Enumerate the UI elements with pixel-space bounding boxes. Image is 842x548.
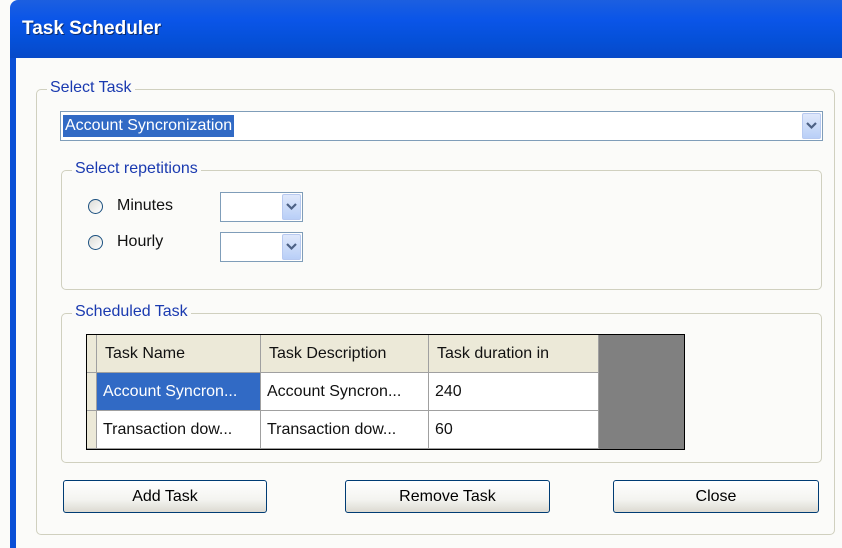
task-select-arrow[interactable] (802, 113, 821, 139)
title-bar[interactable]: Task Scheduler (10, 0, 842, 58)
table-row-cell-description[interactable]: Account Syncron... (261, 373, 429, 411)
table-row-cell-description[interactable]: Transaction dow... (261, 411, 429, 449)
grid-corner (87, 335, 97, 373)
table-row-cell-name[interactable]: Transaction dow... (97, 411, 261, 449)
hourly-dropdown[interactable] (220, 232, 303, 262)
row-header[interactable] (87, 373, 97, 411)
chevron-down-icon (806, 122, 817, 130)
task-scheduler-window: Task Scheduler Select Task Account Syncr… (0, 0, 842, 548)
select-task-legend: Select Task (47, 79, 135, 97)
minutes-dropdown-arrow[interactable] (282, 194, 301, 220)
column-header-task-description[interactable]: Task Description (261, 335, 429, 373)
table-row-cell-name[interactable]: Account Syncron... (97, 373, 261, 411)
scheduled-task-grid[interactable]: Task Name Task Description Task duration… (86, 334, 685, 450)
minutes-radio[interactable] (88, 199, 103, 214)
table-row-cell-duration[interactable]: 240 (429, 373, 599, 411)
repetitions-group: Select repetitions (61, 160, 822, 290)
chevron-down-icon (286, 203, 297, 211)
row-header[interactable] (87, 411, 97, 449)
hourly-radio[interactable] (88, 235, 103, 250)
chevron-down-icon (286, 243, 297, 251)
minutes-dropdown[interactable] (220, 192, 303, 222)
minutes-label: Minutes (117, 197, 174, 214)
add-task-button[interactable]: Add Task (63, 480, 267, 513)
window-title: Task Scheduler (22, 18, 162, 39)
column-header-task-duration[interactable]: Task duration in (429, 335, 599, 373)
hourly-dropdown-arrow[interactable] (282, 234, 301, 260)
column-header-task-name[interactable]: Task Name (97, 335, 261, 373)
close-button[interactable]: Close (613, 480, 819, 513)
window-frame-left (10, 58, 16, 548)
scheduled-task-legend: Scheduled Task (72, 303, 191, 321)
task-select-value: Account Syncronization (63, 115, 235, 137)
task-select-dropdown[interactable]: Account Syncronization (60, 111, 823, 141)
remove-task-button[interactable]: Remove Task (345, 480, 550, 513)
hourly-label: Hourly (117, 233, 164, 250)
repetitions-legend: Select repetitions (72, 160, 201, 178)
table-row-cell-duration[interactable]: 60 (429, 411, 599, 449)
